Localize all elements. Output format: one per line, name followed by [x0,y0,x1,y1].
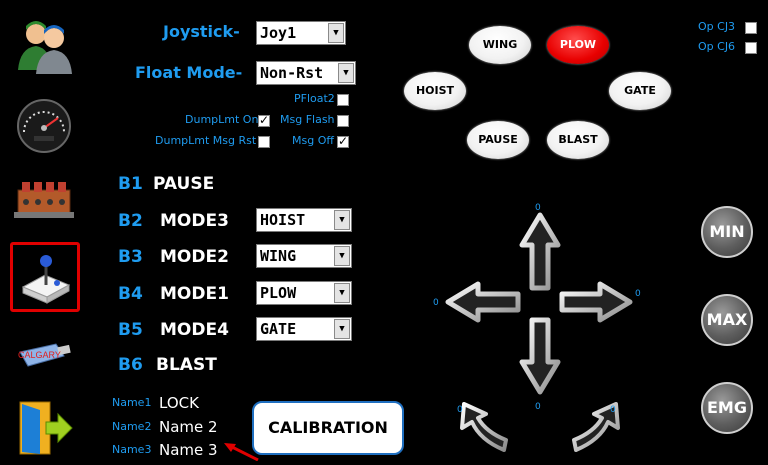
direction-pad [420,200,650,461]
b4-mode-select[interactable]: PLOW ▼ [256,281,352,305]
emg-button[interactable]: EMG [701,382,753,434]
left-arrow-icon [445,281,521,323]
joystick-select[interactable]: Joy1 ▼ [256,21,346,45]
chevron-down-icon[interactable]: ▼ [334,246,350,266]
b3-name: MODE2 [160,247,229,267]
b4-number: B4 [118,284,143,304]
op-cj6-checkbox[interactable] [745,42,757,54]
op-cj6-label: Op CJ6 [698,40,736,53]
float-mode-select-value: Non-Rst [260,64,324,82]
name2-label: Name2 [112,420,152,433]
right-readout: 0 [635,289,641,299]
dumplmt-msg-rst-label: DumpLmt Msg Rst [155,134,257,147]
name1-label: Name1 [112,396,152,409]
dumplmt-msg-rst-checkbox[interactable] [258,136,270,148]
msg-off-label: Msg Off [292,134,334,147]
b6-number: B6 [118,355,143,375]
joystick-icon-selected[interactable] [10,242,80,312]
msg-off-checkbox[interactable] [337,134,349,148]
curve-left-readout: 0 [457,405,463,415]
up-arrow-icon [519,212,561,291]
up-readout: 0 [535,203,541,213]
name3-value[interactable]: Name 3 [159,441,218,459]
b1-name: PAUSE [153,174,215,194]
curve-right-readout: 0 [610,405,616,415]
valve-manifold-icon[interactable] [12,176,76,226]
pfloat2-label: PFloat2 [294,92,335,105]
name1-value[interactable]: LOCK [159,394,199,412]
b4-mode-value: PLOW [260,284,297,302]
b5-number: B5 [118,320,143,340]
name3-label: Name3 [112,443,152,456]
wing-button[interactable]: WING [469,26,531,64]
calibration-button[interactable]: CALIBRATION [252,401,404,455]
chevron-down-icon[interactable]: ▼ [334,283,350,303]
chevron-down-icon[interactable]: ▼ [338,63,354,83]
right-arrow-icon [559,281,633,323]
pfloat2-checkbox[interactable] [337,94,349,106]
chevron-down-icon[interactable]: ▼ [334,210,350,230]
b5-mode-value: GATE [260,320,297,338]
pause-button[interactable]: PAUSE [467,121,529,159]
joystick-label: Joystick- [163,22,240,41]
chevron-down-icon[interactable]: ▼ [328,23,344,43]
b3-mode-select[interactable]: WING ▼ [256,244,352,268]
msg-flash-label: Msg Flash [280,113,335,126]
max-button[interactable]: MAX [701,294,753,346]
msg-flash-checkbox[interactable] [337,115,349,127]
op-cj3-checkbox[interactable] [745,22,757,34]
users-icon[interactable] [14,14,76,76]
float-mode-label: Float Mode- [135,63,243,82]
joystick-select-value: Joy1 [260,24,297,42]
speedometer-icon[interactable] [16,98,72,154]
dumplmt-on-label: DumpLmt On [185,113,259,126]
b3-number: B3 [118,247,143,267]
b5-mode-select[interactable]: GATE ▼ [256,317,352,341]
name2-value[interactable]: Name 2 [159,418,218,436]
down-readout: 0 [535,402,541,412]
b3-mode-value: WING [260,247,297,265]
exit-door-icon[interactable] [16,400,74,456]
b1-number: B1 [118,174,143,194]
blast-button[interactable]: BLAST [547,121,609,159]
gate-button[interactable]: GATE [609,72,671,110]
b2-number: B2 [118,211,143,231]
b2-name: MODE3 [160,211,229,231]
down-arrow-icon [519,317,561,395]
b2-mode-select[interactable]: HOIST ▼ [256,208,352,232]
op-cj3-label: Op CJ3 [698,20,736,33]
b6-name: BLAST [156,355,217,375]
hoist-button[interactable]: HOIST [404,72,466,110]
calgary-label: CALGARY [18,350,61,360]
float-mode-select[interactable]: Non-Rst ▼ [256,61,356,85]
calibration-label: CALIBRATION [268,418,388,437]
usb-drive-icon[interactable]: CALGARY [14,338,74,374]
left-readout: 0 [433,298,439,308]
b5-name: MODE4 [160,320,229,340]
plow-button[interactable]: PLOW [547,26,609,64]
rotate-left-arrow-icon [460,402,508,452]
b4-name: MODE1 [160,284,229,304]
chevron-down-icon[interactable]: ▼ [334,319,350,339]
min-button[interactable]: MIN [701,206,753,258]
dumplmt-on-checkbox[interactable] [258,113,270,127]
b2-mode-value: HOIST [260,211,306,229]
